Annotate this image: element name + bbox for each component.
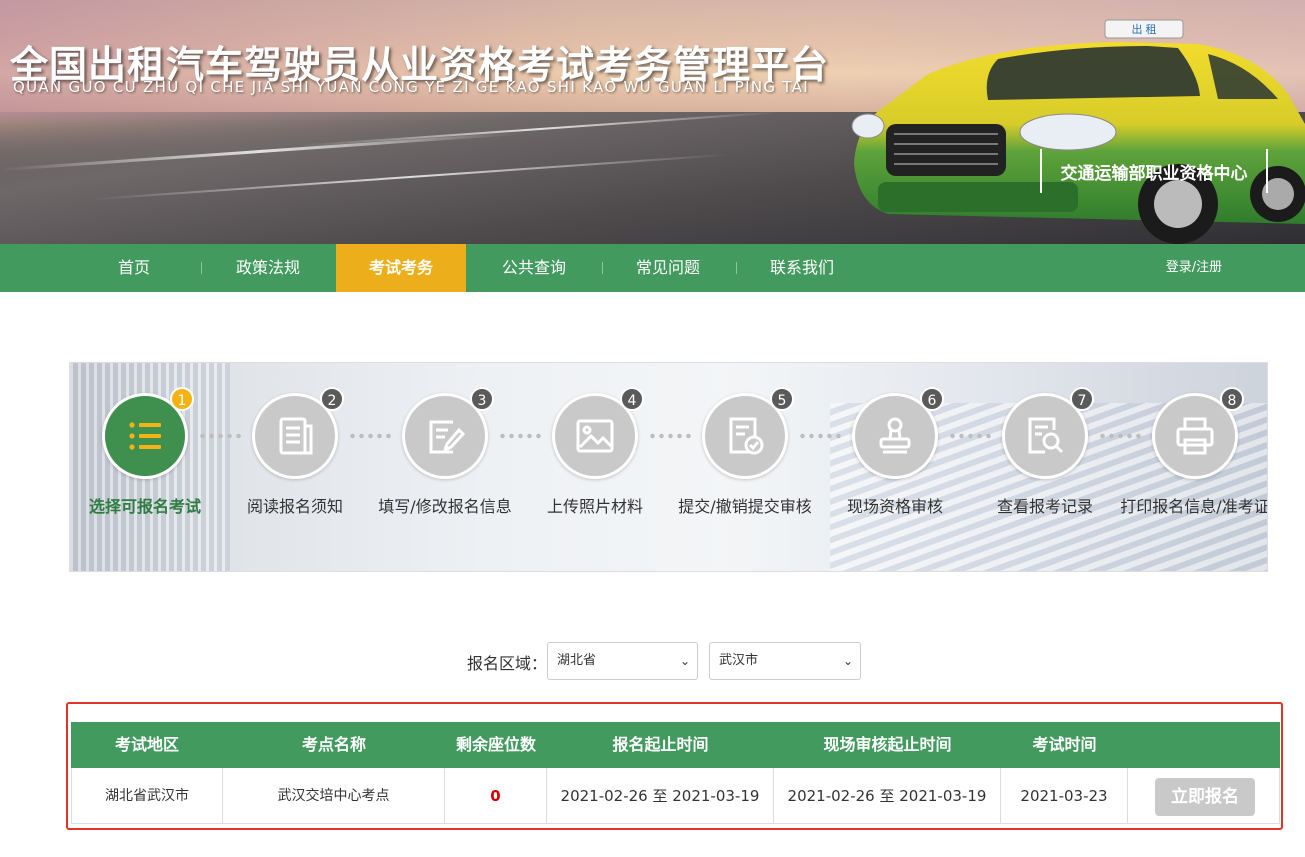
nav-faq[interactable]: 常见问题 xyxy=(602,244,734,292)
search-doc-icon xyxy=(1028,417,1064,454)
cell-area: 湖北省武汉市 xyxy=(71,768,223,824)
cell-signup-period: 2021-02-26 至 2021-03-19 xyxy=(547,768,774,824)
image-icon xyxy=(576,419,614,453)
cell-action: 立即报名 xyxy=(1128,768,1280,824)
step-fill-info[interactable]: 3 填写/修改报名信息 xyxy=(370,363,520,571)
cell-review-period: 2021-02-26 至 2021-03-19 xyxy=(774,768,1001,824)
step-label: 选择可报名考试 xyxy=(88,497,201,516)
login-register-link[interactable]: 登录/注册 xyxy=(1140,244,1248,292)
step-number: 7 xyxy=(1070,387,1094,411)
printer-icon xyxy=(1176,417,1214,455)
col-header-exam-date: 考试时间 xyxy=(1001,722,1128,768)
province-select[interactable]: 湖北省 ⌄ xyxy=(547,642,698,680)
province-value: 湖北省 xyxy=(557,653,597,668)
step-submit-review[interactable]: 5 提交/撤销提交审核 xyxy=(670,363,820,571)
chevron-down-icon: ⌄ xyxy=(842,654,853,668)
taxi-image: 出 租 xyxy=(851,19,1305,244)
step-read-notice[interactable]: 2 阅读报名须知 xyxy=(220,363,370,571)
stamp-icon xyxy=(879,417,911,454)
cell-site: 武汉交培中心考点 xyxy=(223,768,445,824)
col-header-review-period: 现场审核起止时间 xyxy=(774,722,1001,768)
step-number: 2 xyxy=(320,387,344,411)
step-number: 1 xyxy=(170,387,194,411)
col-header-seats: 剩余座位数 xyxy=(445,722,547,768)
step-print-ticket[interactable]: 8 打印报名信息/准考证 xyxy=(1120,363,1268,571)
nav-policy[interactable]: 政策法规 xyxy=(202,244,334,292)
register-now-button[interactable]: 立即报名 xyxy=(1155,778,1255,816)
step-label: 上传照片材料 xyxy=(546,497,643,516)
page-title-pinyin: QUAN GUO CU ZHU QI CHE JIA SHI YUAN CONG… xyxy=(13,78,809,96)
main-nav: 首页 政策法规 考试考务 公共查询 常见问题 联系我们 登录/注册 xyxy=(0,244,1305,292)
step-upload-photo[interactable]: 4 上传照片材料 xyxy=(520,363,670,571)
step-onsite-review[interactable]: 6 现场资格审核 xyxy=(820,363,970,571)
step-number: 6 xyxy=(920,387,944,411)
taxi-roof-sign: 出 租 xyxy=(1131,22,1156,36)
col-header-site: 考点名称 xyxy=(223,722,445,768)
exam-table-highlight: 考试地区 考点名称 剩余座位数 报名起止时间 现场审核起止时间 考试时间 湖北省… xyxy=(66,702,1283,830)
city-value: 武汉市 xyxy=(719,653,759,668)
step-label: 提交/撤销提交审核 xyxy=(678,497,812,516)
nav-contact[interactable]: 联系我们 xyxy=(736,244,868,292)
nav-home[interactable]: 首页 xyxy=(68,244,200,292)
registration-steps: 1 选择可报名考试 2 阅读报名须知 3 填写/修改报名信息 4 上传照片材料 … xyxy=(69,362,1268,572)
header-banner: 全国出租汽车驾驶员从业资格考试考务管理平台 QUAN GUO CU ZHU QI… xyxy=(0,0,1305,244)
step-label: 打印报名信息/准考证 xyxy=(1120,497,1268,516)
step-number: 8 xyxy=(1220,387,1244,411)
step-number: 3 xyxy=(470,387,494,411)
step-label: 查看报考记录 xyxy=(996,497,1093,516)
cell-exam-date: 2021-03-23 xyxy=(1001,768,1128,824)
org-badge: 交通运输部职业资格中心 xyxy=(1040,149,1268,193)
step-select-exam[interactable]: 1 选择可报名考试 xyxy=(70,363,220,571)
org-badge-label: 交通运输部职业资格中心 xyxy=(1060,163,1248,184)
step-label: 阅读报名须知 xyxy=(246,497,343,516)
step-number: 5 xyxy=(770,387,794,411)
submit-check-icon xyxy=(729,417,764,455)
region-label: 报名区域： xyxy=(467,654,548,673)
city-select[interactable]: 武汉市 ⌄ xyxy=(709,642,861,680)
step-number: 4 xyxy=(620,387,644,411)
step-label: 现场资格审核 xyxy=(846,497,943,516)
col-header-action xyxy=(1128,722,1280,768)
col-header-area: 考试地区 xyxy=(71,722,223,768)
nav-exam-affairs[interactable]: 考试考务 xyxy=(336,244,466,292)
document-icon xyxy=(279,417,313,455)
chevron-down-icon: ⌄ xyxy=(679,654,690,668)
cell-seats: 0 xyxy=(445,768,547,824)
step-label: 填写/修改报名信息 xyxy=(378,497,512,516)
step-view-records[interactable]: 7 查看报考记录 xyxy=(970,363,1120,571)
list-icon xyxy=(129,422,161,450)
nav-public-query[interactable]: 公共查询 xyxy=(468,244,600,292)
edit-icon xyxy=(429,420,466,454)
col-header-signup-period: 报名起止时间 xyxy=(547,722,774,768)
